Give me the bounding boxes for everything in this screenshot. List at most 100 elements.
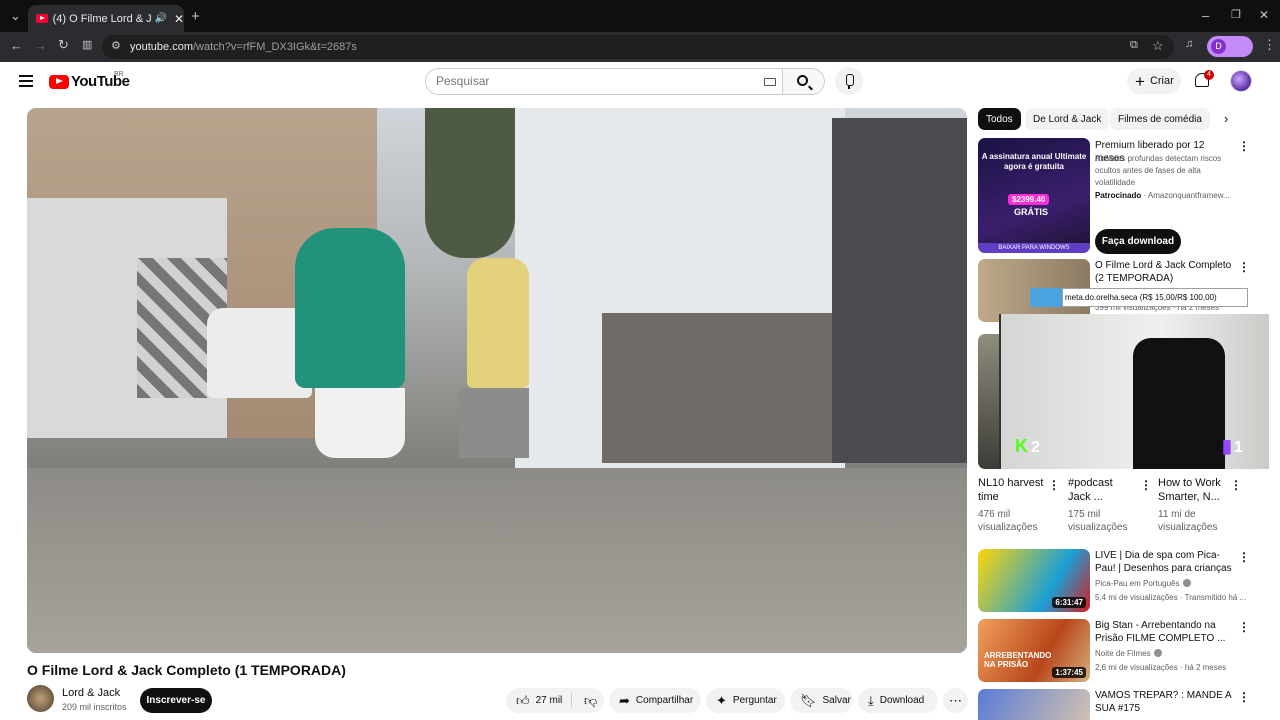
ad-thumb-free: GRÁTIS xyxy=(1014,207,1049,217)
ad-download-button[interactable]: Faça download xyxy=(1095,229,1181,254)
video-frame-person-yellow-shorts xyxy=(459,388,529,458)
rec-meta-big-stan: 2,6 mi de visualizações · há 2 meses xyxy=(1095,663,1227,672)
tab-search-icon[interactable]: ⌄ xyxy=(10,8,21,24)
ad-more-icon[interactable]: ⋮ xyxy=(1238,139,1250,153)
thumbs-down-icon[interactable]: 👎︎ xyxy=(584,693,597,709)
rec-title-lord-jack-2[interactable]: O Filme Lord & Jack Completo (2 TEMPORAD… xyxy=(1095,259,1235,285)
logo-country: BR xyxy=(114,71,124,78)
browser-toolbar: ← → ↻ ▥ ⚙ youtube.com/watch?v=rfFM_DX3IG… xyxy=(0,32,1280,62)
browser-menu-icon[interactable]: ⋮ xyxy=(1263,37,1276,53)
hamburger-menu-icon[interactable] xyxy=(19,75,33,87)
gaming-chair xyxy=(1133,338,1225,469)
chip-all[interactable]: Todos xyxy=(978,108,1021,130)
video-title: O Filme Lord & Jack Completo (1 TEMPORAD… xyxy=(27,662,346,678)
rec-thumb-text: ARREBENTANDO NA PRISÃO xyxy=(984,651,1052,669)
window-close-icon[interactable]: ✕ xyxy=(1259,8,1269,22)
profile-initial: D xyxy=(1211,39,1226,54)
ad-thumbnail[interactable]: A assinatura anual Ultimate agora é grat… xyxy=(978,138,1090,253)
rec-channel-pica-pau[interactable]: Pica-Pau em Português xyxy=(1095,578,1245,590)
rec-more-icon[interactable]: ⋮ xyxy=(1238,550,1250,564)
bookmark-star-icon[interactable]: ☆ xyxy=(1152,38,1164,54)
rec-thumbnail-vamos-trepar[interactable] xyxy=(978,689,1090,720)
back-icon[interactable]: ← xyxy=(10,38,23,53)
share-icon: ➦ xyxy=(619,692,630,708)
video-frame-person-yellow xyxy=(467,258,529,388)
profile-button[interactable]: D xyxy=(1207,36,1253,57)
youtube-page: YouTube BR + Criar 4 O Filme Lord & Jack… xyxy=(0,62,1280,720)
like-button[interactable]: 👍︎ 27 mil 👎︎ xyxy=(506,688,604,713)
tab-strip: ⌄ (4) O Filme Lord & Jack Com 🔊 ✕ + – ❐ … xyxy=(0,0,1280,32)
ad-thumb-price: $2399.40 xyxy=(1008,194,1050,205)
address-bar[interactable]: ⚙ youtube.com/watch?v=rfFM_DX3IGk&t=2687… xyxy=(102,35,1174,59)
create-button[interactable]: + Criar xyxy=(1127,68,1181,94)
search-input[interactable] xyxy=(436,74,756,88)
short-more-icon[interactable]: ⋮ xyxy=(1140,478,1152,492)
rec-title-pica-pau[interactable]: LIVE | Dia de spa com Pica-Pau! | Desenh… xyxy=(1095,549,1235,575)
short-more-icon[interactable]: ⋮ xyxy=(1048,478,1060,492)
media-control-icon[interactable]: ♫ xyxy=(1185,38,1193,50)
ad-thumb-headline: A assinatura anual Ultimate agora é grat… xyxy=(981,152,1087,171)
keyboard-icon[interactable] xyxy=(764,78,776,86)
rec-more-icon[interactable]: ⋮ xyxy=(1238,690,1250,704)
ad-thumb-bar: BAIXAR PARA WINDOWS xyxy=(978,243,1090,253)
voice-search-icon[interactable] xyxy=(835,67,863,95)
account-avatar[interactable] xyxy=(1230,70,1252,92)
rec-more-icon[interactable]: ⋮ xyxy=(1238,620,1250,634)
reload-icon[interactable]: ↻ xyxy=(58,37,69,53)
more-actions-icon[interactable]: ⋯ xyxy=(943,688,968,713)
restore-icon[interactable]: ❐ xyxy=(1231,8,1241,21)
short-views: 11 mi de visualizações xyxy=(1158,509,1218,533)
ad-description: Análises profundas detectam riscos ocult… xyxy=(1095,154,1222,187)
subscribe-button[interactable]: Inscrever-se xyxy=(140,688,212,713)
save-label: Salvar xyxy=(822,695,851,706)
like-divider xyxy=(571,693,572,708)
notification-count-badge: 4 xyxy=(1204,70,1214,80)
speaker-icon[interactable]: 🔊 xyxy=(154,13,166,24)
minimize-icon[interactable]: – xyxy=(1202,8,1209,23)
video-player[interactable] xyxy=(27,108,967,653)
twitch-viewer-count: 1 xyxy=(1233,439,1243,456)
share-button[interactable]: ➦ Compartilhar xyxy=(609,688,701,713)
rec-title-vamos-trepar[interactable]: VAMOS TREPAR? : MANDE A SUA #175 xyxy=(1095,689,1235,715)
download-button[interactable]: ⤓ Download xyxy=(858,688,938,713)
plus-icon: + xyxy=(1135,71,1145,91)
ad-sponsor-line: Patrocinado · Amazonquantframew... xyxy=(1095,191,1230,200)
forward-icon[interactable]: → xyxy=(34,38,47,53)
rec-title-big-stan[interactable]: Big Stan - Arrebentando na Prisão FILME … xyxy=(1095,619,1235,645)
tab-close-icon[interactable]: ✕ xyxy=(174,12,184,26)
channel-name[interactable]: Lord & Jack xyxy=(62,687,120,699)
install-app-icon[interactable]: ⧉ xyxy=(1130,39,1138,52)
short-views: 175 mil visualizações xyxy=(1068,509,1128,533)
search-button[interactable] xyxy=(783,68,825,95)
chip-lord-jack[interactable]: De Lord & Jack xyxy=(1025,108,1110,130)
search-box xyxy=(425,68,783,95)
split-view-icon[interactable]: ▥ xyxy=(82,38,92,51)
rec-thumbnail-pica-pau[interactable]: 6:31:47 xyxy=(978,549,1090,612)
rec-more-icon[interactable]: ⋮ xyxy=(1238,260,1250,274)
short-title[interactable]: #podcast Jack ... xyxy=(1068,476,1138,504)
tooltip-progress-bar xyxy=(1030,288,1062,307)
new-tab-icon[interactable]: + xyxy=(191,8,200,25)
short-views: 476 mil visualizações xyxy=(978,509,1038,533)
browser-tab-active[interactable]: (4) O Filme Lord & Jack Com 🔊 ✕ xyxy=(28,5,184,32)
short-title[interactable]: How to Work Smarter, N... xyxy=(1158,476,1230,504)
share-label: Compartilhar xyxy=(635,695,694,706)
video-frame-tree xyxy=(425,108,515,258)
kick-viewers-icon: K2 xyxy=(1015,436,1040,456)
save-button[interactable]: 🔖︎ Salvar xyxy=(790,688,853,713)
rec-meta-pica-pau: 5,4 mi de visualizações · Transmitido há… xyxy=(1095,593,1247,602)
short-title[interactable]: NL10 harvest time xyxy=(978,476,1048,504)
download-label: Download xyxy=(879,695,925,706)
site-info-icon[interactable]: ⚙ xyxy=(111,39,121,52)
rec-thumbnail-big-stan[interactable]: ARREBENTANDO NA PRISÃO 1:37:45 xyxy=(978,619,1090,682)
video-frame-person-green xyxy=(295,228,405,388)
chip-comedy[interactable]: Filmes de comédia xyxy=(1110,108,1210,130)
chevron-right-icon[interactable]: › xyxy=(1224,111,1228,126)
short-more-icon[interactable]: ⋮ xyxy=(1230,478,1242,492)
youtube-logo[interactable]: YouTube BR xyxy=(49,71,130,90)
ask-button[interactable]: ✦ Perguntar xyxy=(706,688,785,713)
rec-channel-big-stan[interactable]: Noite de Filmes xyxy=(1095,648,1245,660)
channel-avatar[interactable] xyxy=(27,685,54,712)
tab-title: (4) O Filme Lord & Jack Com xyxy=(52,12,152,25)
video-frame-ground xyxy=(27,468,967,653)
